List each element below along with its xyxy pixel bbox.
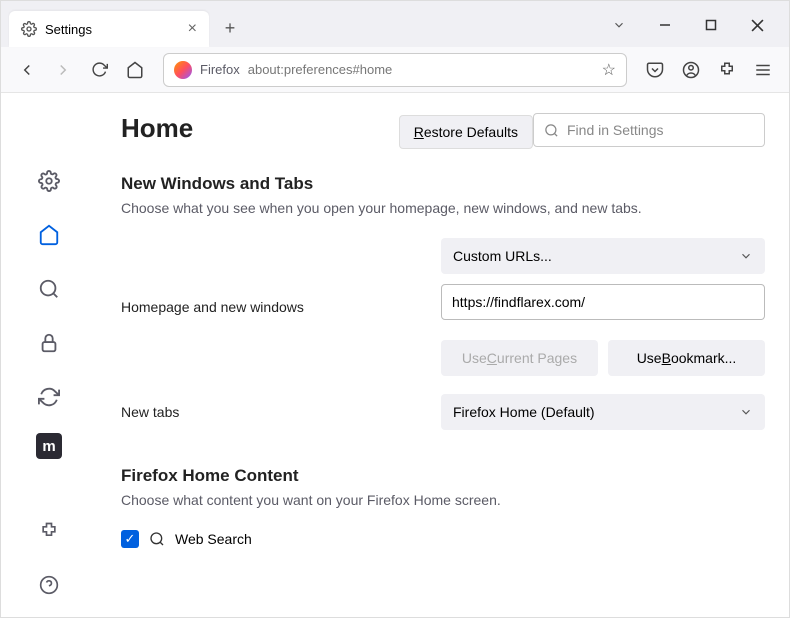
sidebar-more[interactable]: m — [36, 433, 62, 459]
homepage-label: Homepage and new windows — [121, 299, 441, 315]
minimize-button[interactable] — [651, 11, 679, 39]
tab-bar: Settings × + — [1, 1, 789, 47]
newtabs-select[interactable]: Firefox Home (Default) — [441, 394, 765, 430]
close-tab-icon[interactable]: × — [188, 20, 197, 38]
search-icon — [544, 123, 559, 138]
sidebar-search[interactable] — [31, 271, 67, 307]
navigation-toolbar: Firefox about:preferences#home ☆ — [1, 47, 789, 93]
section-new-windows-title: New Windows and Tabs — [121, 174, 765, 194]
sidebar-sync[interactable] — [31, 379, 67, 415]
firefox-logo-icon — [174, 61, 192, 79]
close-window-button[interactable] — [743, 11, 771, 39]
sidebar-help[interactable] — [31, 567, 67, 603]
url-bar[interactable]: Firefox about:preferences#home ☆ — [163, 53, 627, 87]
chevron-down-icon — [739, 249, 753, 263]
bookmark-star-icon[interactable]: ☆ — [602, 60, 616, 80]
reload-button[interactable] — [83, 54, 115, 86]
section-home-content-title: Firefox Home Content — [121, 466, 765, 486]
web-search-label: Web Search — [175, 531, 252, 547]
account-button[interactable] — [675, 54, 707, 86]
new-tab-button[interactable]: + — [215, 13, 245, 43]
forward-button[interactable] — [47, 54, 79, 86]
gear-icon — [21, 21, 37, 37]
web-search-checkbox[interactable]: ✓ — [121, 530, 139, 548]
sidebar-privacy[interactable] — [31, 325, 67, 361]
section-new-windows-desc: Choose what you see when you open your h… — [121, 200, 765, 216]
sidebar-home[interactable] — [31, 217, 67, 253]
tab-title: Settings — [45, 22, 92, 37]
browser-tab[interactable]: Settings × — [9, 11, 209, 47]
home-button[interactable] — [119, 54, 151, 86]
use-bookmark-button[interactable]: Use Bookmark... — [608, 340, 765, 376]
restore-defaults-button[interactable]: Restore Defaults — [399, 115, 533, 149]
pocket-button[interactable] — [639, 54, 671, 86]
search-placeholder: Find in Settings — [567, 122, 664, 138]
back-button[interactable] — [11, 54, 43, 86]
search-icon — [149, 531, 165, 547]
menu-button[interactable] — [747, 54, 779, 86]
settings-sidebar: m — [1, 93, 97, 617]
tabs-dropdown-icon[interactable] — [605, 11, 633, 39]
settings-search[interactable]: Find in Settings — [533, 113, 765, 147]
section-home-content-desc: Choose what content you want on your Fir… — [121, 492, 765, 508]
extensions-button[interactable] — [711, 54, 743, 86]
url-address: about:preferences#home — [248, 62, 393, 77]
homepage-select[interactable]: Custom URLs... — [441, 238, 765, 274]
sidebar-general[interactable] — [31, 163, 67, 199]
url-scheme-label: Firefox — [200, 62, 240, 77]
settings-main: Find in Settings Restore Defaults Home N… — [97, 93, 789, 617]
newtabs-label: New tabs — [121, 404, 441, 420]
chevron-down-icon — [739, 405, 753, 419]
use-current-pages-button[interactable]: Use Current Pages — [441, 340, 598, 376]
maximize-button[interactable] — [697, 11, 725, 39]
sidebar-extensions[interactable] — [31, 513, 67, 549]
homepage-url-input[interactable] — [441, 284, 765, 320]
